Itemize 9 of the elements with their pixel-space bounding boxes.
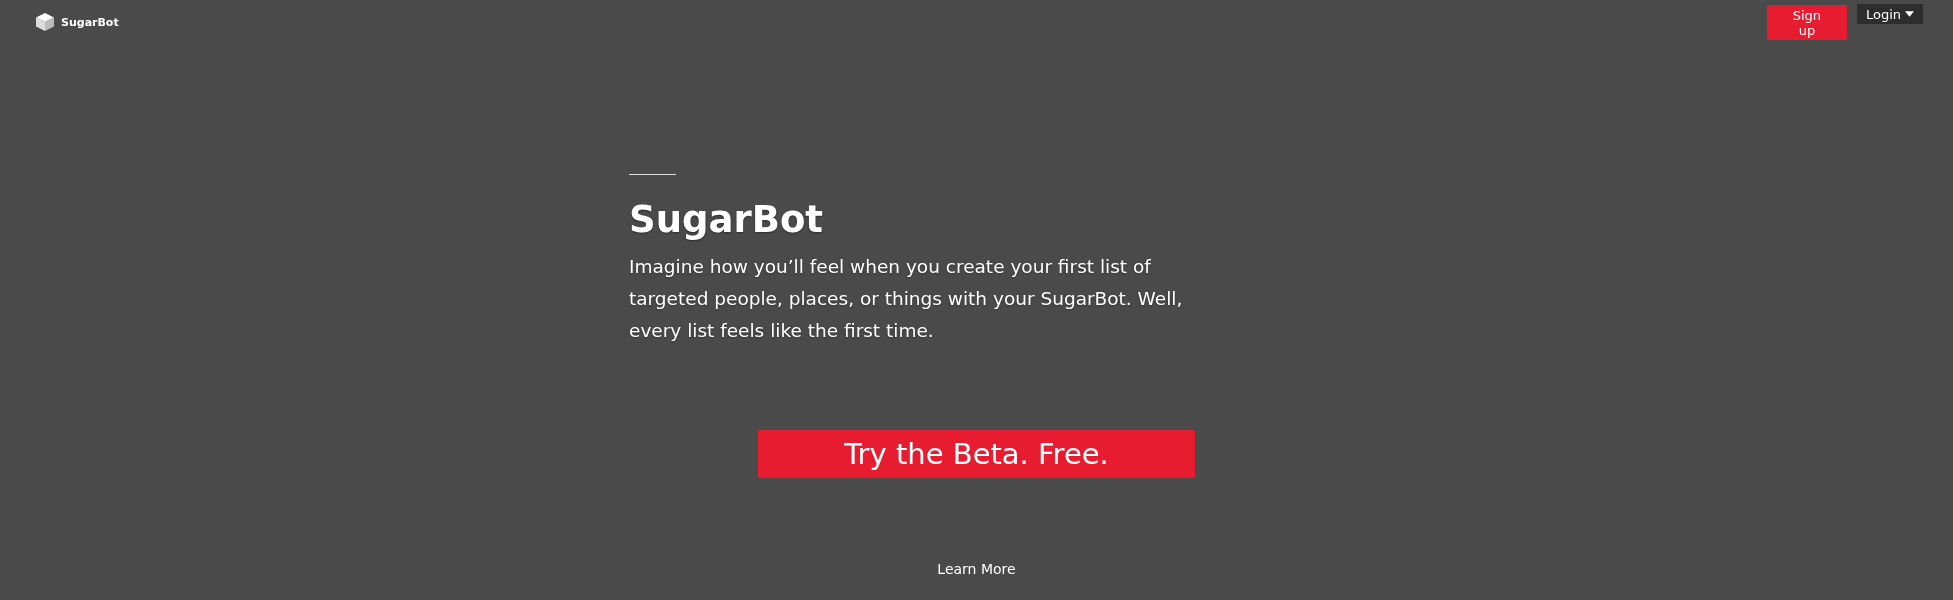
cube-icon: [35, 12, 55, 32]
hero-text: Imagine how you’ll feel when you create your first list of targeted people, places, or things with your SugarBot. Well, every list feels like the first time.: [629, 255, 1184, 343]
try-beta-button[interactable]: Try the Beta. Free.: [758, 430, 1195, 478]
brand-name[interactable]: SugarBot: [61, 15, 119, 29]
sign-up-button[interactable]: Sign up: [1766, 5, 1847, 40]
learn-more-link[interactable]: Learn More: [937, 561, 1016, 577]
hero-title: SugarBot: [629, 197, 824, 243]
login-button[interactable]: Login: [1856, 4, 1923, 24]
caret-icon: [1905, 11, 1914, 17]
